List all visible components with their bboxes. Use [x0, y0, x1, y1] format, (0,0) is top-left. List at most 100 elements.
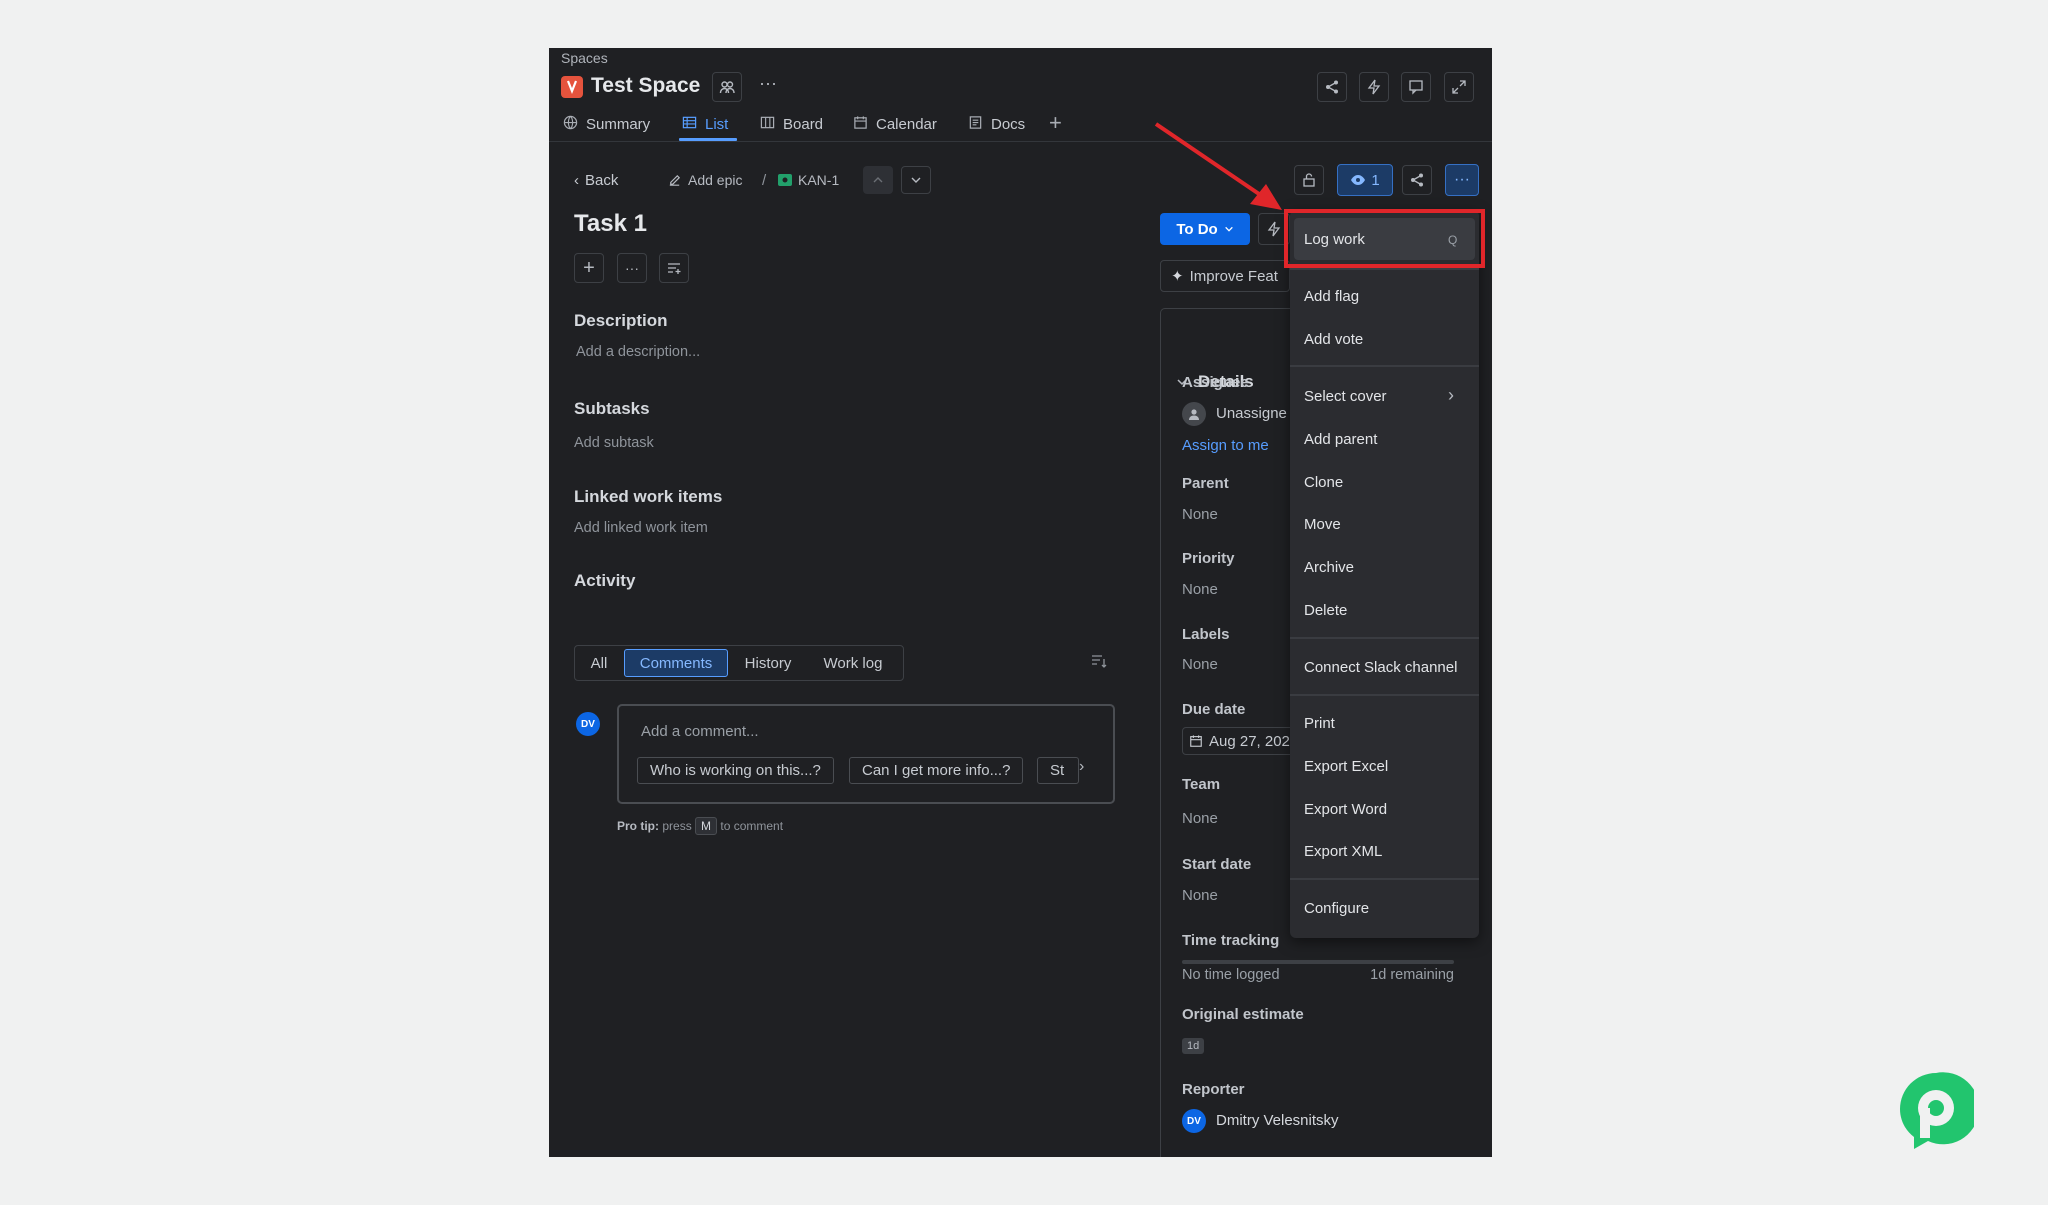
- priority-value[interactable]: None: [1182, 581, 1218, 598]
- time-tracking-bar[interactable]: [1182, 960, 1454, 964]
- activity-tab-all[interactable]: All: [579, 649, 619, 677]
- due-date-label: Due date: [1182, 701, 1246, 718]
- parent-value[interactable]: None: [1182, 506, 1218, 523]
- time-remaining: 1d remaining: [1370, 967, 1454, 983]
- back-button[interactable]: ‹ Back: [574, 172, 618, 189]
- more-icon[interactable]: ···: [759, 73, 777, 94]
- menu-divider: [1290, 694, 1479, 696]
- comment-box[interactable]: [617, 704, 1115, 804]
- board-icon: [760, 115, 775, 133]
- pro-tip-rest: to comment: [720, 819, 784, 833]
- brand-logo: [1898, 1071, 1980, 1151]
- priority-label: Priority: [1182, 550, 1235, 567]
- share-issue-icon[interactable]: [1402, 165, 1432, 195]
- labels-value[interactable]: None: [1182, 656, 1218, 673]
- parent-label: Parent: [1182, 475, 1229, 492]
- feedback-icon[interactable]: [1401, 72, 1431, 102]
- configure-item[interactable]: Configure: [1304, 900, 1369, 917]
- team-value[interactable]: None: [1182, 810, 1218, 827]
- tab-calendar-label: Calendar: [876, 115, 937, 133]
- chevron-right-icon[interactable]: ›: [1079, 758, 1084, 776]
- export-excel-item[interactable]: Export Excel: [1304, 758, 1388, 775]
- tab-calendar[interactable]: Calendar: [853, 115, 937, 133]
- tabs-divider: [549, 141, 1492, 142]
- ellipsis-icon[interactable]: ···: [617, 253, 647, 283]
- watch-button[interactable]: 1: [1337, 164, 1393, 196]
- add-epic-button[interactable]: Add epic: [667, 172, 742, 188]
- tab-docs[interactable]: Docs: [968, 115, 1025, 133]
- filter-icon[interactable]: [659, 253, 689, 283]
- chevron-down-icon: [911, 177, 921, 183]
- export-xml-item[interactable]: Export XML: [1304, 843, 1382, 860]
- calendar-icon: [1190, 735, 1202, 747]
- task-title[interactable]: Task 1: [574, 210, 647, 238]
- status-label: To Do: [1176, 220, 1218, 238]
- improve-feature-button[interactable]: ✦ Improve Feat: [1160, 260, 1290, 292]
- sort-icon[interactable]: [1090, 653, 1108, 674]
- annotation-arrow: [1154, 122, 1282, 210]
- share-icon[interactable]: [1317, 72, 1347, 102]
- suggestion-chip[interactable]: Can I get more info...?: [849, 757, 1024, 784]
- add-subtask-button[interactable]: Add subtask: [574, 435, 654, 451]
- add-parent-item[interactable]: Add parent: [1304, 431, 1377, 448]
- move-item[interactable]: Move: [1304, 516, 1341, 533]
- description-input[interactable]: Add a description...: [576, 344, 700, 360]
- select-cover-item[interactable]: Select cover: [1304, 388, 1387, 405]
- reporter-label: Reporter: [1182, 1081, 1245, 1098]
- assign-to-me-link[interactable]: Assign to me: [1182, 437, 1269, 454]
- tab-list[interactable]: List: [682, 115, 728, 133]
- more-actions-button[interactable]: ···: [1445, 164, 1479, 196]
- add-tab-icon[interactable]: +: [1049, 110, 1062, 136]
- add-flag-item[interactable]: Add flag: [1304, 288, 1359, 305]
- story-icon: [778, 174, 792, 186]
- time-tracking-label: Time tracking: [1182, 932, 1280, 949]
- activity-heading: Activity: [574, 571, 636, 590]
- start-date-value[interactable]: None: [1182, 887, 1218, 904]
- improve-label: Improve Feat: [1189, 267, 1278, 285]
- labels-label: Labels: [1182, 626, 1230, 643]
- delete-item[interactable]: Delete: [1304, 602, 1347, 619]
- activity-tab-work-log[interactable]: Work log: [809, 649, 897, 677]
- reporter-name[interactable]: Dmitry Velesnitsky: [1216, 1112, 1339, 1129]
- due-date-field[interactable]: Aug 27, 202: [1182, 727, 1302, 755]
- tab-summary-label: Summary: [586, 115, 651, 133]
- description-heading: Description: [574, 311, 668, 330]
- tab-summary[interactable]: Summary: [563, 115, 650, 133]
- breadcrumb[interactable]: Spaces: [561, 50, 608, 66]
- menu-divider: [1290, 878, 1479, 880]
- next-issue-button[interactable]: [901, 166, 931, 194]
- original-estimate-value[interactable]: 1d: [1182, 1038, 1205, 1054]
- previous-issue-button[interactable]: [863, 166, 893, 194]
- lock-icon[interactable]: [1294, 165, 1324, 195]
- activity-tab-history[interactable]: History: [733, 649, 803, 677]
- lightning-icon[interactable]: [1359, 72, 1389, 102]
- team-icon[interactable]: [712, 72, 742, 102]
- export-word-item[interactable]: Export Word: [1304, 801, 1387, 818]
- add-epic-label: Add epic: [688, 172, 743, 188]
- globe-icon: [563, 115, 578, 133]
- suggestion-chip[interactable]: Who is working on this...?: [637, 757, 834, 784]
- watch-count: 1: [1371, 171, 1380, 189]
- time-logged: No time logged: [1182, 967, 1280, 983]
- chevron-left-icon: ‹: [574, 172, 579, 189]
- space-title[interactable]: Test Space: [591, 74, 700, 98]
- add-icon[interactable]: +: [574, 253, 604, 283]
- expand-icon[interactable]: [1444, 72, 1474, 102]
- issue-key-link[interactable]: KAN-1: [777, 172, 839, 188]
- assignee-value[interactable]: Unassigne: [1216, 405, 1287, 422]
- add-vote-item[interactable]: Add vote: [1304, 331, 1363, 348]
- suggestion-chip[interactable]: St: [1037, 757, 1079, 784]
- back-label: Back: [585, 172, 619, 189]
- reporter-avatar: DV: [1182, 1109, 1206, 1133]
- due-date-value: Aug 27, 202: [1209, 732, 1290, 750]
- print-item[interactable]: Print: [1304, 715, 1335, 732]
- comment-input[interactable]: Add a comment...: [641, 723, 759, 740]
- tab-board-label: Board: [783, 115, 824, 133]
- connect-slack-item[interactable]: Connect Slack channel: [1304, 659, 1457, 676]
- clone-item[interactable]: Clone: [1304, 474, 1343, 491]
- add-linked-item-button[interactable]: Add linked work item: [574, 520, 708, 536]
- ellipsis-icon: ···: [1454, 171, 1470, 188]
- activity-tab-comments[interactable]: Comments: [624, 649, 728, 677]
- archive-item[interactable]: Archive: [1304, 559, 1354, 576]
- tab-board[interactable]: Board: [760, 115, 823, 133]
